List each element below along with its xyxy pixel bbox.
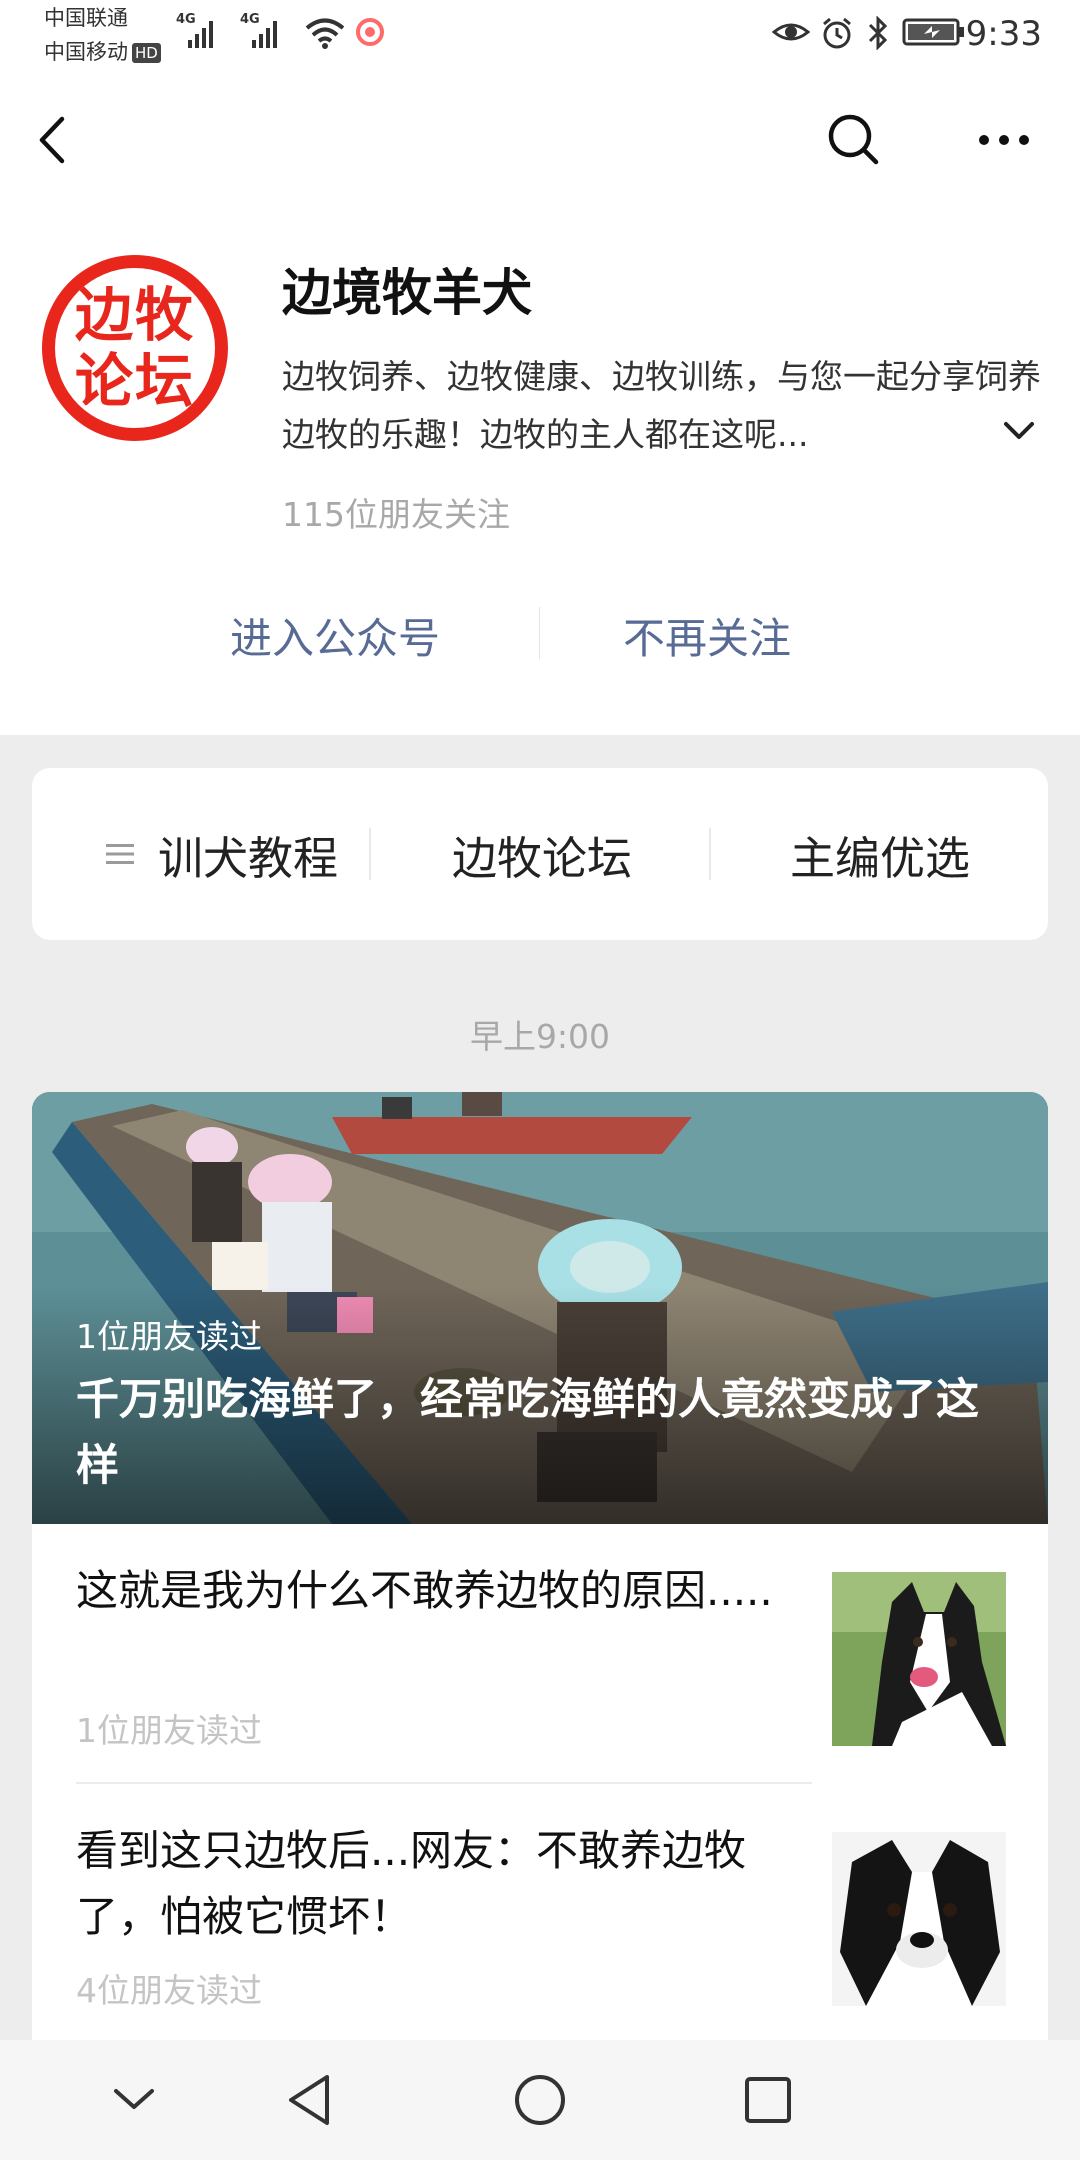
more-dots-icon	[979, 135, 1029, 145]
carrier-1-label: 中国联通	[44, 6, 128, 30]
nav-hide-button[interactable]	[94, 2060, 174, 2140]
search-button[interactable]	[814, 100, 894, 180]
account-description: 边牧饲养、边牧健康、边牧训练，与您一起分享饲养边牧的乐趣！边牧的主人都在这呢..…	[282, 357, 1041, 454]
back-chevron-icon	[39, 116, 65, 164]
article-readers: 4位朋友读过	[76, 1971, 262, 2010]
menu-divider	[709, 828, 711, 880]
menu-lines-icon	[105, 844, 134, 864]
nav-home-button[interactable]	[500, 2060, 580, 2140]
hd-badge: HD	[132, 43, 161, 63]
menu-item-editor-picks-label: 主编优选	[789, 831, 970, 885]
eye-comfort-icon	[772, 23, 810, 41]
menu-item-training-label: 训犬教程	[157, 831, 338, 885]
carrier-2-row: 中国移动 HD	[44, 40, 161, 64]
account-name: 边境牧羊犬	[282, 264, 532, 322]
account-logo: 边牧 论坛	[42, 255, 228, 441]
back-button[interactable]	[14, 100, 94, 180]
battery-icon	[902, 18, 964, 46]
system-nav-bar	[0, 2040, 1080, 2160]
hero-article[interactable]: 1位朋友读过 千万别吃海鲜了，经常吃海鲜的人竟然变成了这样	[32, 1092, 1048, 1524]
top-nav	[0, 75, 1080, 205]
followers-count: 115位朋友关注	[282, 495, 510, 534]
search-icon	[828, 114, 879, 165]
menu-divider	[369, 828, 371, 880]
logo-text-line2: 论坛	[74, 347, 195, 415]
wifi-icon	[305, 18, 345, 49]
article-readers: 1位朋友读过	[76, 1711, 262, 1750]
nav-back-button[interactable]	[270, 2060, 350, 2140]
action-divider	[539, 607, 540, 659]
menu-item-editor-picks[interactable]: 主编优选	[712, 768, 1048, 940]
bluetooth-icon	[868, 16, 888, 50]
article-title: 看到这只边牧后...网友：不敢养边牧了，怕被它惯坏！	[76, 1826, 747, 1941]
alarm-icon	[823, 17, 851, 49]
article-title: 这就是我为什么不敢养边牧的原因.....	[76, 1566, 773, 1615]
unfollow-button[interactable]: 不再关注	[623, 605, 791, 666]
account-profile: 边牧 论坛 边境牧羊犬 边牧饲养、边牧健康、边牧训练，与您一起分享饲养边牧的乐趣…	[0, 205, 1080, 735]
list-item[interactable]: 这就是我为什么不敢养边牧的原因..... 1位朋友读过	[32, 1524, 1048, 1784]
status-bar: 中国联通 中国移动 HD 4G 4G 9:33	[0, 0, 1080, 75]
menu-item-training[interactable]: 训犬教程	[72, 768, 372, 940]
more-button[interactable]	[964, 100, 1044, 180]
article-group: 1位朋友读过 千万别吃海鲜了，经常吃海鲜的人竟然变成了这样 这就是我为什么不敢养…	[32, 1092, 1048, 2052]
article-thumbnail	[832, 1572, 1006, 1746]
carrier-2-label: 中国移动	[44, 40, 128, 64]
nav-hide-icon	[114, 2089, 154, 2109]
app-notification-icon	[356, 18, 384, 46]
menu-item-forum[interactable]: 边牧论坛	[372, 768, 712, 940]
clock: 9:33	[965, 14, 1042, 54]
nav-recents-button[interactable]	[728, 2060, 808, 2140]
feed-timestamp: 早上9:00	[469, 1017, 611, 1056]
screen: 中国联通 中国移动 HD 4G 4G 9:33 边牧 论坛 边境牧羊犬 边牧饲养…	[0, 0, 1080, 2160]
hero-title: 千万别吃海鲜了，经常吃海鲜的人竟然变成了这样	[76, 1375, 979, 1491]
nav-recents-icon	[745, 2077, 791, 2123]
article-thumbnail	[832, 1832, 1006, 2006]
hero-readers: 1位朋友读过	[76, 1317, 262, 1356]
account-menu: 训犬教程 边牧论坛 主编优选	[32, 768, 1048, 940]
logo-text-line1: 边牧	[74, 281, 195, 349]
chevron-down-icon[interactable]	[1002, 420, 1036, 442]
nav-home-icon	[515, 2075, 565, 2125]
enter-account-button[interactable]: 进入公众号	[230, 605, 440, 666]
menu-item-forum-label: 边牧论坛	[451, 831, 632, 885]
list-item[interactable]: 看到这只边牧后...网友：不敢养边牧了，怕被它惯坏！ 4位朋友读过	[32, 1784, 1048, 2044]
nav-back-icon	[289, 2075, 329, 2125]
